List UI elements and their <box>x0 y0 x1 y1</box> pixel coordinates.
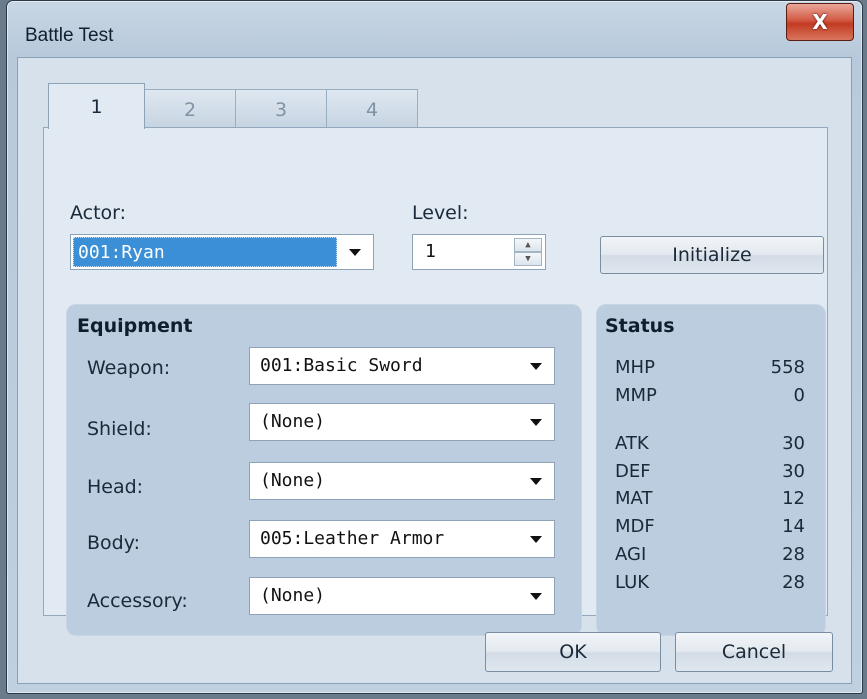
stat-name: MAT <box>615 488 653 509</box>
tab-label: 4 <box>365 98 379 121</box>
close-button[interactable]: X <box>786 3 854 41</box>
chevron-down-icon[interactable] <box>530 478 542 485</box>
stat-row-luk: LUK 28 <box>615 572 805 596</box>
stat-value: 558 <box>770 357 805 378</box>
accessory-select[interactable]: (None) <box>249 577 555 615</box>
chevron-down-icon[interactable] <box>530 363 542 370</box>
tab-2[interactable]: 2 <box>144 89 236 129</box>
spin-down-icon[interactable]: ▼ <box>514 252 542 266</box>
stat-name: LUK <box>615 572 650 593</box>
status-title: Status <box>605 315 675 337</box>
level-label: Level: <box>412 202 469 224</box>
stat-value: 0 <box>793 385 805 406</box>
close-icon: X <box>812 10 828 34</box>
head-value: (None) <box>260 470 326 491</box>
stat-row-mhp: MHP 558 <box>615 357 805 381</box>
shield-label: Shield: <box>87 418 152 440</box>
chevron-down-icon[interactable] <box>530 593 542 600</box>
stat-row-def: DEF 30 <box>615 461 805 485</box>
tab-label: 2 <box>183 98 197 121</box>
stat-name: AGI <box>615 544 647 565</box>
ok-button[interactable]: OK <box>485 632 661 672</box>
tab-4[interactable]: 4 <box>326 89 418 129</box>
stat-row-mdf: MDF 14 <box>615 516 805 540</box>
ok-label: OK <box>559 641 587 663</box>
chevron-down-icon[interactable] <box>530 536 542 543</box>
stat-value: 28 <box>782 544 805 565</box>
level-spinner[interactable]: 1 ▲ ▼ <box>412 234 546 270</box>
stat-value: 28 <box>782 572 805 593</box>
spin-up-icon[interactable]: ▲ <box>514 238 542 252</box>
stat-name: MDF <box>615 516 655 537</box>
accessory-label: Accessory: <box>87 590 188 612</box>
tab-strip: 1 2 3 4 <box>48 83 418 129</box>
chevron-down-icon[interactable] <box>530 419 542 426</box>
tab-1[interactable]: 1 <box>48 83 145 129</box>
actor-select[interactable]: 001:Ryan <box>70 234 374 270</box>
stat-value: 30 <box>782 461 805 482</box>
tab-3[interactable]: 3 <box>235 89 327 129</box>
stat-name: MMP <box>615 385 657 406</box>
actor-label: Actor: <box>70 202 127 224</box>
equipment-title: Equipment <box>77 315 193 337</box>
shield-value: (None) <box>260 411 326 432</box>
body-value: 005:Leather Armor <box>260 528 445 549</box>
stat-name: DEF <box>615 461 651 482</box>
body-label: Body: <box>87 532 140 554</box>
shield-select[interactable]: (None) <box>249 403 555 441</box>
stat-row-agi: AGI 28 <box>615 544 805 568</box>
stat-row-mmp: MMP 0 <box>615 385 805 409</box>
dialog-client-area: 1 2 3 4 Actor: 001:Ryan Level: 1 ▲ ▼ Ini… <box>17 57 852 684</box>
status-group: Status MHP 558 MMP 0 ATK 30 DEF 30 MAT 12 MDF… <box>596 304 826 636</box>
stat-value: 14 <box>782 516 805 537</box>
tab-panel: Actor: 001:Ryan Level: 1 ▲ ▼ Initialize … <box>43 127 828 636</box>
head-label: Head: <box>87 476 144 498</box>
weapon-label: Weapon: <box>87 357 171 379</box>
window-title: Battle Test <box>25 25 114 46</box>
stat-row-mat: MAT 12 <box>615 488 805 512</box>
stat-name: MHP <box>615 357 655 378</box>
tab-label: 1 <box>90 95 103 118</box>
equipment-group: Equipment Weapon: 001:Basic Sword Shield… <box>66 304 582 636</box>
initialize-button[interactable]: Initialize <box>600 236 824 274</box>
cancel-label: Cancel <box>721 641 787 663</box>
battle-test-dialog: Battle Test X 1 2 3 4 Actor: 001:Ryan Le… <box>6 0 863 694</box>
initialize-label: Initialize <box>672 244 752 266</box>
level-value: 1 <box>425 241 436 262</box>
cancel-button[interactable]: Cancel <box>675 632 833 672</box>
stat-value: 12 <box>782 488 805 509</box>
head-select[interactable]: (None) <box>249 462 555 500</box>
actor-value: 001:Ryan <box>73 237 337 267</box>
weapon-value: 001:Basic Sword <box>260 355 423 376</box>
accessory-value: (None) <box>260 585 326 606</box>
tab-label: 3 <box>274 98 288 121</box>
body-select[interactable]: 005:Leather Armor <box>249 520 555 558</box>
stat-value: 30 <box>782 433 805 454</box>
stat-row-atk: ATK 30 <box>615 433 805 457</box>
weapon-select[interactable]: 001:Basic Sword <box>249 347 555 385</box>
stat-name: ATK <box>615 433 649 454</box>
chevron-down-icon[interactable] <box>349 249 361 256</box>
